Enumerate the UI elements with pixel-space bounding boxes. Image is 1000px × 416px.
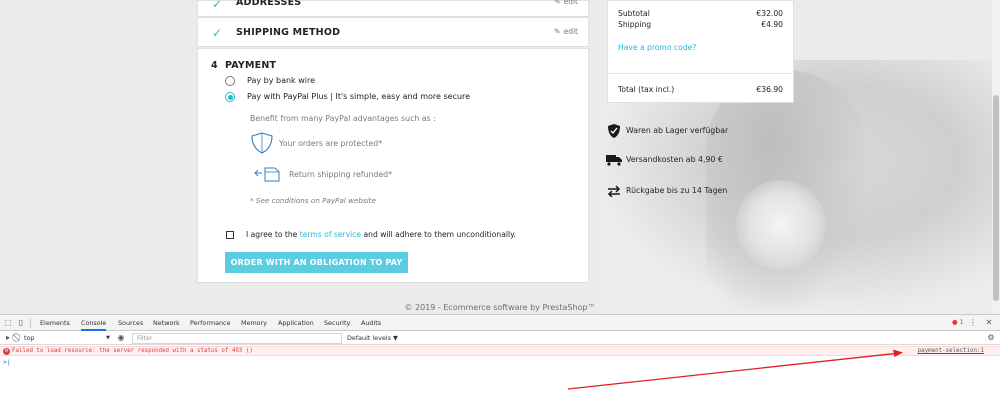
annotation-arrow	[567, 349, 903, 390]
